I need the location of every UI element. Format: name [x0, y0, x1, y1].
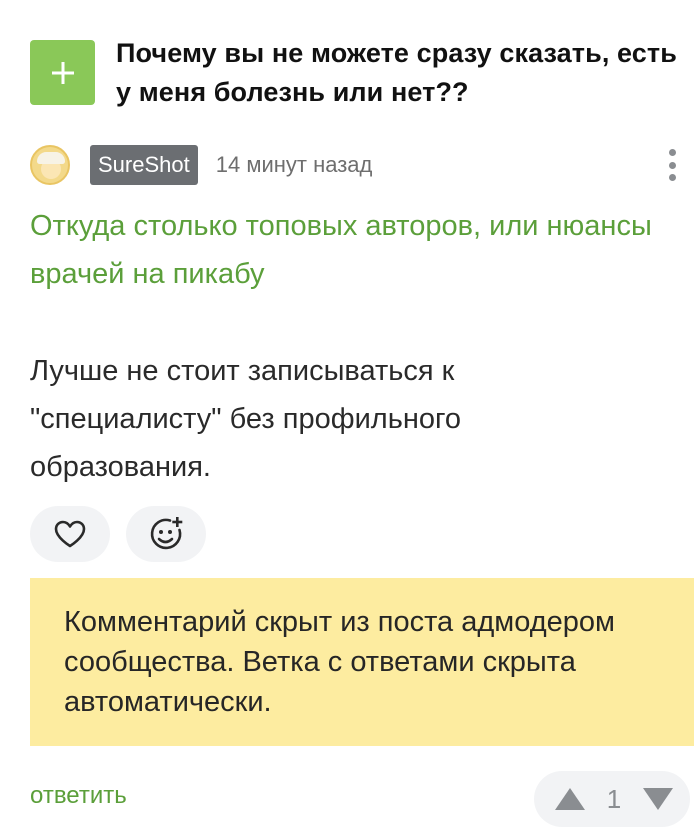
reply-button[interactable]: ответить: [30, 782, 127, 810]
arrow-down-icon: [643, 788, 673, 810]
avatar[interactable]: [30, 145, 70, 185]
arrow-up-icon: [555, 788, 585, 810]
comment-actions: [30, 506, 222, 562]
comment-text: Лучше не стоит записываться к "специалис…: [30, 355, 462, 483]
vote-control: 1: [534, 771, 690, 827]
more-vertical-icon[interactable]: [662, 147, 682, 183]
plus-icon: [51, 61, 74, 84]
add-reaction-button[interactable]: [126, 506, 206, 562]
add-reaction-icon: [150, 517, 183, 550]
upvote-button[interactable]: [552, 784, 588, 814]
heart-icon: [54, 520, 86, 548]
comment-meta: SureShot 14 минут назад: [30, 143, 690, 187]
like-button[interactable]: [30, 506, 110, 562]
post-header: Почему вы не можете сразу сказать, есть …: [30, 34, 690, 112]
post-title[interactable]: Почему вы не можете сразу сказать, есть …: [116, 34, 690, 112]
username-badge[interactable]: SureShot: [90, 145, 198, 185]
quoted-post-link[interactable]: Откуда столько топовых авторов, или нюан…: [30, 202, 670, 298]
comment-time: 14 минут назад: [215, 152, 373, 177]
hidden-comment-notice: Комментарий скрыт из поста адмодером соо…: [30, 578, 694, 746]
downvote-button[interactable]: [640, 784, 676, 814]
rating-count: 1: [606, 783, 622, 814]
add-post-button[interactable]: [30, 40, 95, 105]
